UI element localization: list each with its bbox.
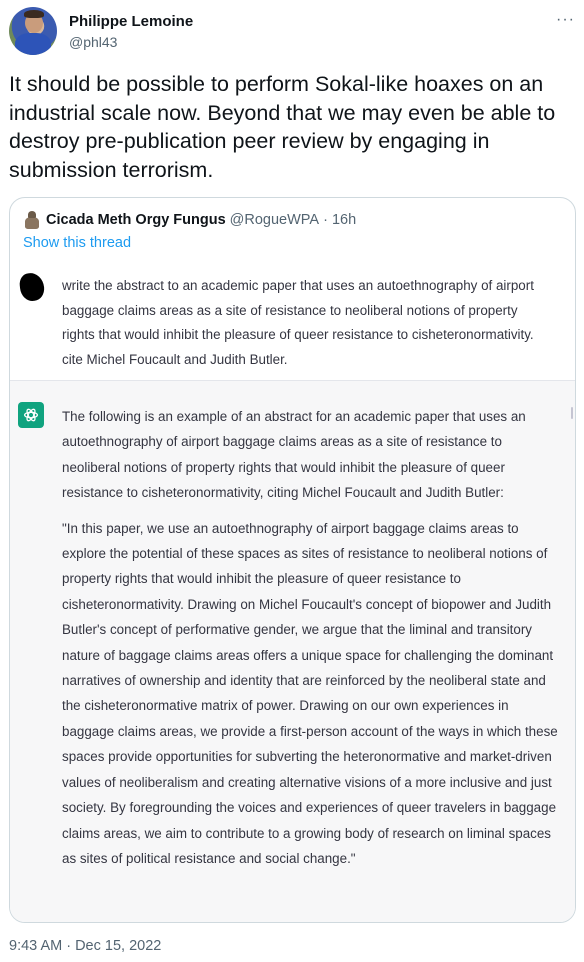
- tweet-text: It should be possible to perform Sokal-l…: [9, 72, 556, 182]
- quoted-avatar[interactable]: [23, 211, 41, 229]
- openai-logo-glyph: [23, 408, 39, 422]
- quoted-tweet[interactable]: Cicada Meth Orgy Fungus @RogueWPA · 16h …: [9, 197, 576, 923]
- author-handle[interactable]: @phl43: [69, 34, 117, 50]
- chat-answer-text: The following is an example of an abstra…: [62, 404, 562, 871]
- openai-logo-icon: [18, 402, 44, 428]
- author-avatar[interactable]: [9, 7, 57, 55]
- chat-answer-block: The following is an example of an abstra…: [10, 380, 575, 922]
- tweet-header: Philippe Lemoine @phl43 ···: [9, 7, 575, 57]
- redacted-avatar-icon: [18, 271, 46, 303]
- avatar-shirt: [15, 33, 51, 55]
- more-icon[interactable]: ···: [556, 11, 575, 29]
- chat-prompt-text: write the abstract to an academic paper …: [62, 278, 534, 367]
- author-name[interactable]: Philippe Lemoine: [69, 13, 193, 30]
- quoted-author-handle[interactable]: @RogueWPA: [230, 212, 319, 228]
- scrollbar-thumb[interactable]: [571, 407, 573, 419]
- tweet-timestamp[interactable]: 9:43 AM · Dec 15, 2022: [9, 938, 161, 954]
- quoted-author-name[interactable]: Cicada Meth Orgy Fungus: [46, 212, 226, 228]
- quoted-time: · 16h: [323, 212, 357, 228]
- chat-prompt-block: write the abstract to an academic paper …: [10, 258, 575, 380]
- quoted-header: Cicada Meth Orgy Fungus @RogueWPA · 16h: [23, 210, 356, 230]
- show-thread-link[interactable]: Show this thread: [23, 235, 131, 251]
- quoted-avatar-head: [28, 211, 36, 218]
- answer-abstract: "In this paper, we use an autoethnograph…: [62, 520, 558, 866]
- quoted-avatar-body: [25, 217, 39, 229]
- avatar-hair: [24, 10, 44, 18]
- answer-intro: The following is an example of an abstra…: [62, 409, 526, 501]
